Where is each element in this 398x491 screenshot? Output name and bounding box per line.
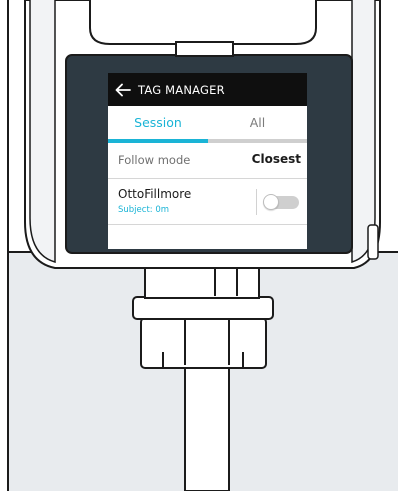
title-bar: TAG MANAGER [108,73,307,106]
tab-session[interactable]: Session [108,106,208,143]
top-cap [89,0,317,45]
subject-name: OttoFillmore [118,187,192,201]
arrow-left-icon[interactable] [108,73,138,106]
follow-mode-row[interactable]: Follow mode Closest [108,143,307,179]
subject-row: OttoFillmore Subject: 0m [108,179,307,225]
follow-mode-value[interactable]: Closest [252,152,301,166]
device-screen: TAG MANAGER Session All Follow mode Clos… [108,73,307,249]
tab-all[interactable]: All [208,106,307,143]
row-divider [256,189,257,215]
toggle-knob[interactable] [263,194,279,210]
subject-distance: Subject: 0m [118,205,170,215]
follow-mode-label: Follow mode [118,153,191,167]
tab-bar: Session All [108,106,307,143]
page-title: TAG MANAGER [138,82,225,97]
subject-toggle[interactable] [263,194,299,210]
